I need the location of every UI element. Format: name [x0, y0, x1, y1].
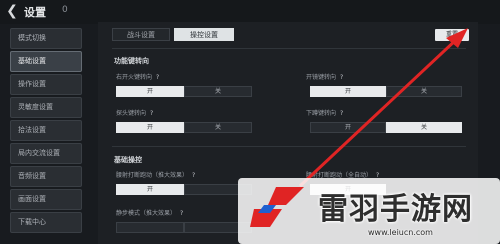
arrow-shaft: [298, 36, 460, 188]
watermark-url: www.leiucn.com: [368, 228, 433, 237]
watermark-text: 雷羽手游网: [318, 192, 473, 227]
watermark-logo-icon: [250, 187, 304, 227]
